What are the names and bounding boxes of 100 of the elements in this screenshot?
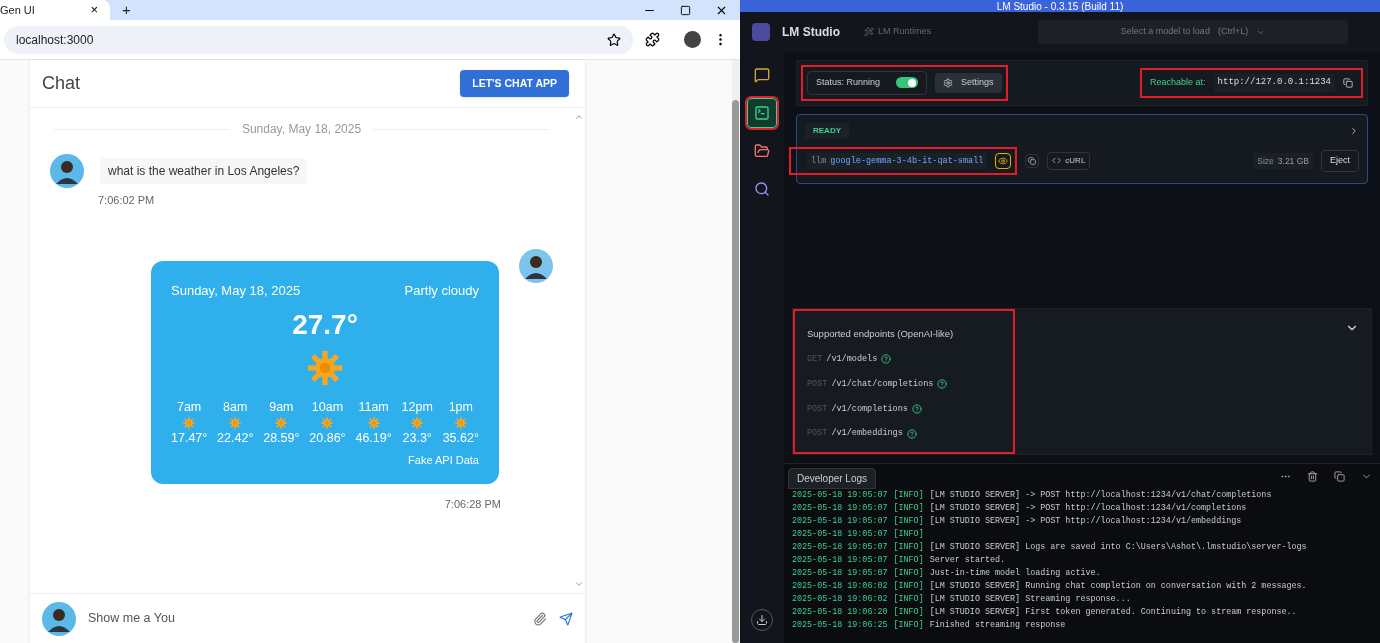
log-message: [LM STUDIO SERVER] Running chat completion on conversation with 2 messages. xyxy=(929,580,1307,593)
server-toggle[interactable] xyxy=(896,77,919,89)
http-method: POST xyxy=(807,427,828,440)
log-level: [INFO] xyxy=(893,580,924,593)
sun-icon xyxy=(321,416,334,429)
address-bar[interactable]: localhost:3000 xyxy=(4,25,633,54)
log-level: [INFO] xyxy=(893,567,924,580)
message-input[interactable]: Show me a You xyxy=(88,609,521,628)
log-message: [LM STUDIO SERVER] -> POST http://localhost:1234/v1/chat/completions xyxy=(929,489,1272,502)
endpoint-path: /v1/completions xyxy=(831,402,908,416)
endpoint-path: /v1/chat/completions xyxy=(831,377,934,391)
log-time: 2025-05-18 19:05:07 xyxy=(792,489,888,502)
hour-label: 7am xyxy=(176,399,202,416)
log-message: [LM STUDIO SERVER] -> POST http://localhost:1234/v1/completions xyxy=(929,502,1247,515)
settings-button[interactable]: Settings xyxy=(935,73,1002,93)
message-time: 7:06:02 PM xyxy=(98,193,156,208)
hour-label: 9am xyxy=(269,399,294,416)
model-picker[interactable]: Select a model to load (Ctrl+L) xyxy=(1038,20,1348,44)
log-level: [INFO] xyxy=(893,541,924,554)
code-icon xyxy=(1052,156,1062,166)
copy-icon[interactable] xyxy=(1025,153,1040,168)
hour-temperature: 46.19° xyxy=(355,429,392,447)
weather-condition: Partly cloudy xyxy=(404,281,479,300)
hour-label: 11am xyxy=(358,399,389,416)
message-bubble: what is the weather in Los Angeles? xyxy=(100,158,308,184)
log-time: 2025-05-18 19:05:07 xyxy=(792,528,888,541)
hour-label: 10am xyxy=(311,399,344,416)
avatar-silhouette-icon xyxy=(519,248,553,283)
ready-badge: READY xyxy=(805,122,849,139)
hour-label: 12pm xyxy=(401,399,433,416)
hour-temperature: 17.47° xyxy=(171,429,208,447)
eye-icon[interactable] xyxy=(995,152,1012,169)
sun-icon xyxy=(275,416,288,429)
hour-temperature: 22.42° xyxy=(217,429,254,447)
terminal-icon[interactable] xyxy=(747,98,777,128)
log-time: 2025-05-18 19:06:02 xyxy=(792,593,888,606)
endpoints-title: Supported endpoints (OpenAI-like) xyxy=(807,326,955,341)
log-message: Finished streaming response xyxy=(929,619,1066,632)
hour-label: 8am xyxy=(223,399,248,416)
profile-avatar[interactable] xyxy=(684,31,701,48)
log-time: 2025-05-18 19:05:07 xyxy=(792,554,888,567)
endpoint-path: /v1/embeddings xyxy=(831,427,903,440)
log-level: [INFO] xyxy=(893,502,924,515)
app-logo-icon xyxy=(752,23,770,41)
chat-title: Chat xyxy=(42,72,81,95)
log-level: [INFO] xyxy=(893,606,924,619)
log-time: 2025-05-18 19:05:07 xyxy=(792,502,888,515)
server-url: http://127.0.0.1:1234 xyxy=(1213,74,1335,92)
log-time: 2025-05-18 19:06:02 xyxy=(792,580,888,593)
hour-temperature: 23.3° xyxy=(402,429,432,447)
maximize-icon[interactable] xyxy=(680,4,691,16)
temperature: 27.7° xyxy=(292,308,358,342)
message-time: 7:06:28 PM xyxy=(444,497,501,512)
app-name: LM Studio xyxy=(782,24,840,41)
log-message: [LM STUDIO SERVER] -> POST http://localhost:1234/v1/embeddings xyxy=(929,515,1242,528)
model-size: 3.21 GB xyxy=(1277,154,1309,168)
title-bar: LM Studio - 0.3.15 (Build 11) xyxy=(740,0,1380,12)
new-tab-button[interactable]: + xyxy=(122,0,131,22)
chevron-right-icon[interactable] xyxy=(1349,125,1359,136)
wand-icon xyxy=(864,27,874,37)
sun-icon xyxy=(367,416,380,429)
browser-tab[interactable]: Gen UI × xyxy=(0,0,110,20)
gear-icon xyxy=(943,77,954,88)
help-icon[interactable] xyxy=(937,379,948,390)
log-time: 2025-05-18 19:06:25 xyxy=(792,619,888,632)
bookmark-star-icon[interactable] xyxy=(607,32,621,47)
log-level: [INFO] xyxy=(893,619,924,632)
log-message: [LM STUDIO SERVER] First token generated. Continuing to stream response.. xyxy=(929,606,1297,619)
sun-icon xyxy=(183,416,196,429)
curl-button[interactable]: cURL xyxy=(1047,151,1091,170)
extensions-icon[interactable] xyxy=(645,32,660,47)
help-icon[interactable] xyxy=(911,403,922,414)
endpoint-path: /v1/models xyxy=(826,353,878,366)
copy-icon[interactable] xyxy=(1343,77,1353,88)
eject-button[interactable]: Eject xyxy=(1321,150,1359,172)
avatar-silhouette-icon xyxy=(42,601,76,636)
sun-icon xyxy=(411,416,424,429)
log-level: [INFO] xyxy=(893,489,924,502)
log-level: [INFO] xyxy=(893,515,924,528)
sun-icon xyxy=(454,416,467,429)
help-icon[interactable] xyxy=(881,354,892,365)
log-time: 2025-05-18 19:05:07 xyxy=(792,541,888,554)
hour-temperature: 28.59° xyxy=(263,429,300,447)
close-tab-button[interactable]: × xyxy=(90,0,98,20)
log-time: 2025-05-18 19:05:07 xyxy=(792,515,888,528)
logs-tab[interactable]: Developer Logs xyxy=(788,468,877,489)
date-divider: Sunday, May 18, 2025 xyxy=(241,121,362,138)
http-method: POST xyxy=(807,377,828,391)
log-message: [LM STUDIO SERVER] Streaming response... xyxy=(929,593,1131,606)
attach-icon[interactable] xyxy=(533,611,547,626)
avatar-silhouette-icon xyxy=(50,154,84,188)
size-label: Size xyxy=(1257,154,1274,168)
trash-icon[interactable] xyxy=(1307,471,1318,482)
lets-chat-button[interactable]: LET'S CHAT APP xyxy=(460,69,569,98)
http-method: POST xyxy=(807,402,828,416)
help-icon[interactable] xyxy=(906,428,917,439)
data-source: Fake API Data xyxy=(408,452,479,468)
sun-icon xyxy=(229,416,242,429)
send-icon[interactable] xyxy=(559,611,573,626)
log-level: [INFO] xyxy=(893,593,924,606)
